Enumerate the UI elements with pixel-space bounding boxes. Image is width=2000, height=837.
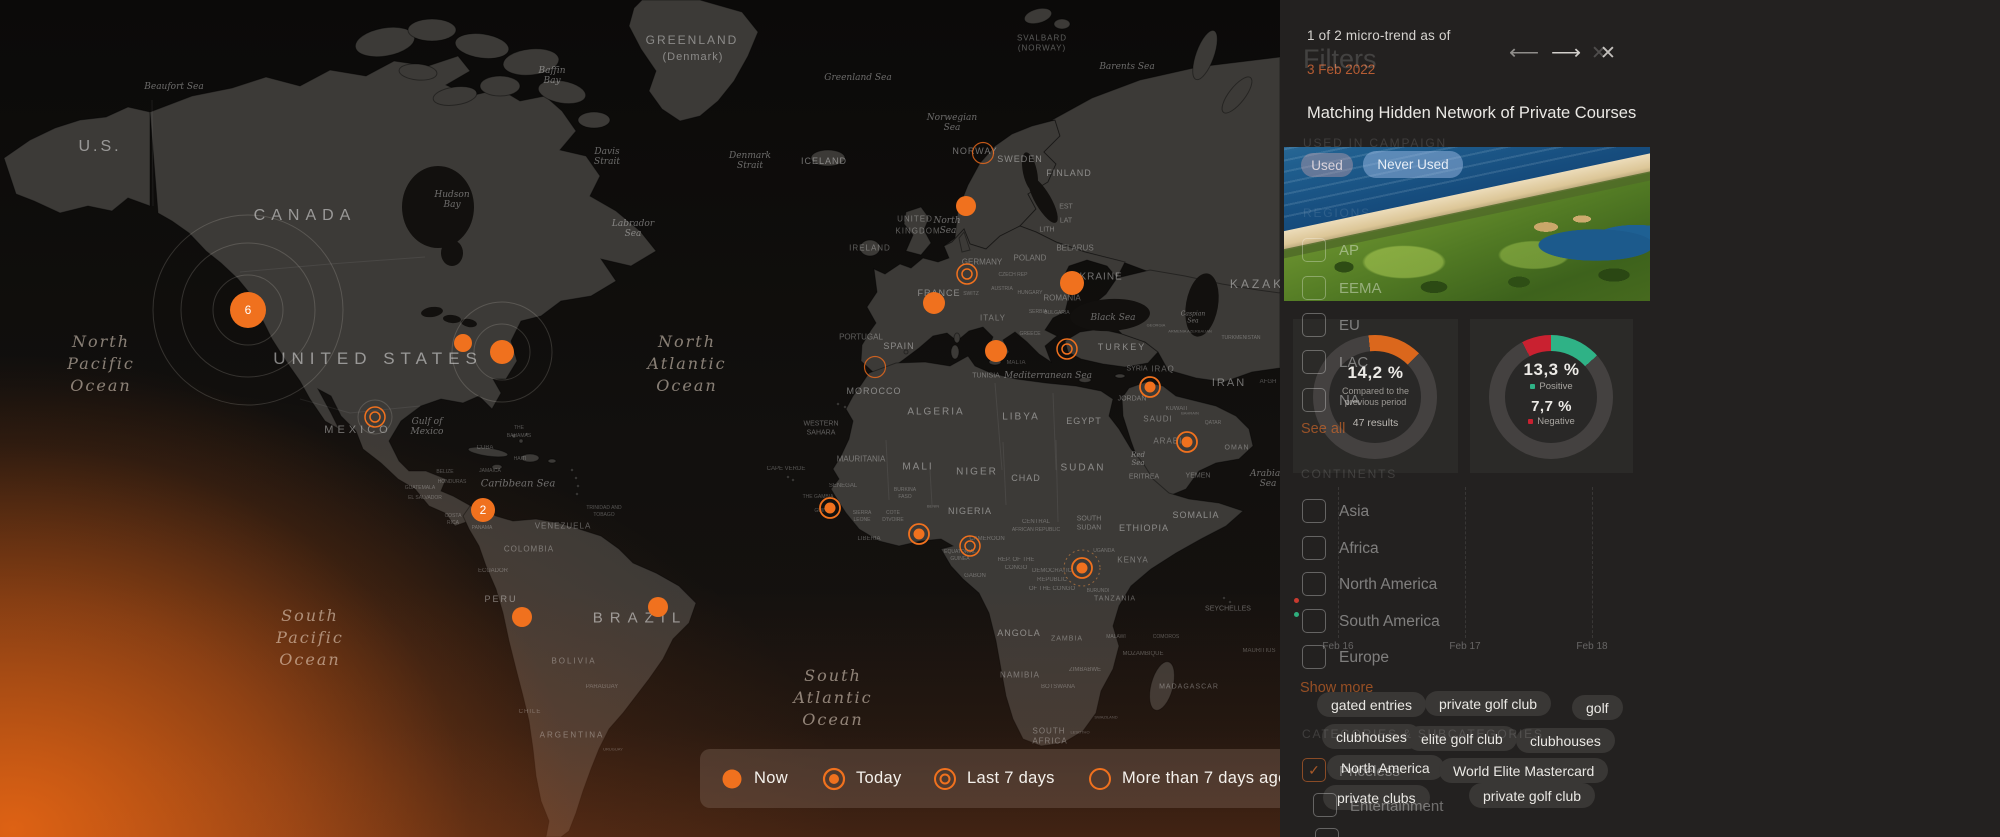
sentiment-stat-card: 13,3 % Positive 7,7 % Negative [1470,319,1633,473]
pager-text: 1 of 2 micro-trend as of [1307,28,1451,43]
golf-course-image [1284,147,1650,301]
keyword-tag[interactable]: clubhouses [1516,728,1615,753]
trend-axis-tick: Feb 18 [1576,641,1608,652]
legend-label: Now [754,769,788,787]
legend-item-now: Now [719,749,788,808]
positive-percent: 13,3 % [1523,359,1580,379]
trend-gridline [1465,487,1466,638]
close-icon[interactable]: ✕ [1600,42,1616,65]
event-marker-today-core [1181,436,1193,448]
keyword-tag[interactable]: private golf club [1425,691,1552,716]
keyword-tag[interactable]: golf [1572,695,1623,720]
trend-stat-card: 14,2 % Compared to the previous period 47… [1293,319,1458,473]
trend-point-negative [1294,598,1299,603]
world-map[interactable]: U.S. CANADA UNITED STATES GREENLAND (Denmark… [0,0,1280,837]
map-markers-layer: 62 [152,141,1198,627]
event-marker-last7[interactable] [364,406,386,428]
event-marker-today-core [1144,381,1156,393]
legend-label: Last 7 days [967,769,1055,787]
legend-item-today: Today [821,749,902,808]
keyword-tag[interactable]: North America [1327,755,1444,780]
event-marker-last7[interactable] [1056,338,1078,360]
keyword-tag[interactable]: private golf club [1469,783,1596,808]
event-marker-last7-inner [1061,343,1073,355]
event-marker-now[interactable] [490,340,514,364]
marker-count-badge: 6 [245,303,252,317]
event-marker-now[interactable] [923,292,945,314]
legend-last7-icon [934,767,956,790]
event-marker-last7[interactable] [959,535,981,557]
positive-dot-icon [1530,383,1536,389]
marker-count-badge: 2 [480,503,487,517]
event-marker-now[interactable] [454,334,472,352]
legend-now-icon [722,769,742,788]
keyword-tag[interactable]: clubhouses [1322,724,1421,749]
side-panel: 1 of 2 micro-trend as of 3 Feb 2022 ⟵ ⟶ … [1280,0,2000,837]
app-root: U.S. CANADA UNITED STATES GREENLAND (Denmark… [0,0,2000,837]
map-legend: Now Today Last 7 days More than 7 days ago [700,749,1280,808]
prev-arrow-button[interactable]: ⟵ [1509,40,1539,65]
trend-results-count: 47 results [1352,417,1399,429]
event-marker-now[interactable] [512,607,532,627]
legend-p7-icon [1089,767,1111,790]
trend-axis-tick: Feb 17 [1449,641,1481,652]
event-marker-last7-inner [369,411,381,423]
event-marker-now[interactable] [956,196,976,216]
legend-item-p7: More than 7 days ago [1087,749,1280,808]
trend-title: Matching Hidden Network of Private Cours… [1307,104,1637,122]
keyword-tag[interactable]: private clubs [1323,785,1430,810]
event-marker-older[interactable] [971,141,995,165]
event-marker-older[interactable] [863,355,887,379]
keyword-tag[interactable]: elite golf club [1407,726,1517,751]
event-marker-last7[interactable] [956,263,978,285]
trend-gridline [1338,487,1339,638]
legend-label: More than 7 days ago [1122,769,1280,787]
negative-dot-icon [1528,418,1534,424]
negative-legend: Negative [1528,416,1575,427]
event-marker-last7-inner [961,268,973,280]
event-marker-now[interactable] [1060,271,1084,295]
event-marker-now[interactable] [985,340,1007,362]
next-arrow-button[interactable]: ⟶ [1551,40,1581,65]
keyword-tag[interactable]: gated entries [1317,692,1426,717]
trend-date: 3 Feb 2022 [1307,62,1376,77]
trend-point-positive [1294,612,1299,617]
legend-today-icon [822,767,846,790]
positive-legend: Positive [1530,381,1573,392]
event-marker-today-core [913,528,925,540]
event-marker-now[interactable] [648,597,668,617]
legend-item-last7: Last 7 days [932,749,1055,808]
trend-percent: 14,2 % [1347,363,1404,382]
event-marker-last7-inner [964,540,976,552]
trend-axis-tick: Feb 16 [1322,641,1354,652]
event-marker-today-core [824,502,836,514]
negative-percent: 7,7 % [1531,397,1572,415]
trend-gridline [1592,487,1593,638]
trend-caption: Compared to the previous period [1341,386,1410,407]
event-marker-today-core [1076,562,1088,574]
micro-trend-popup: 1 of 2 micro-trend as of 3 Feb 2022 ⟵ ⟶ … [1280,0,2000,837]
legend-label: Today [856,769,902,787]
marker-ripple-ring [357,399,393,435]
keyword-tag[interactable]: World Elite Mastercard [1439,758,1609,783]
